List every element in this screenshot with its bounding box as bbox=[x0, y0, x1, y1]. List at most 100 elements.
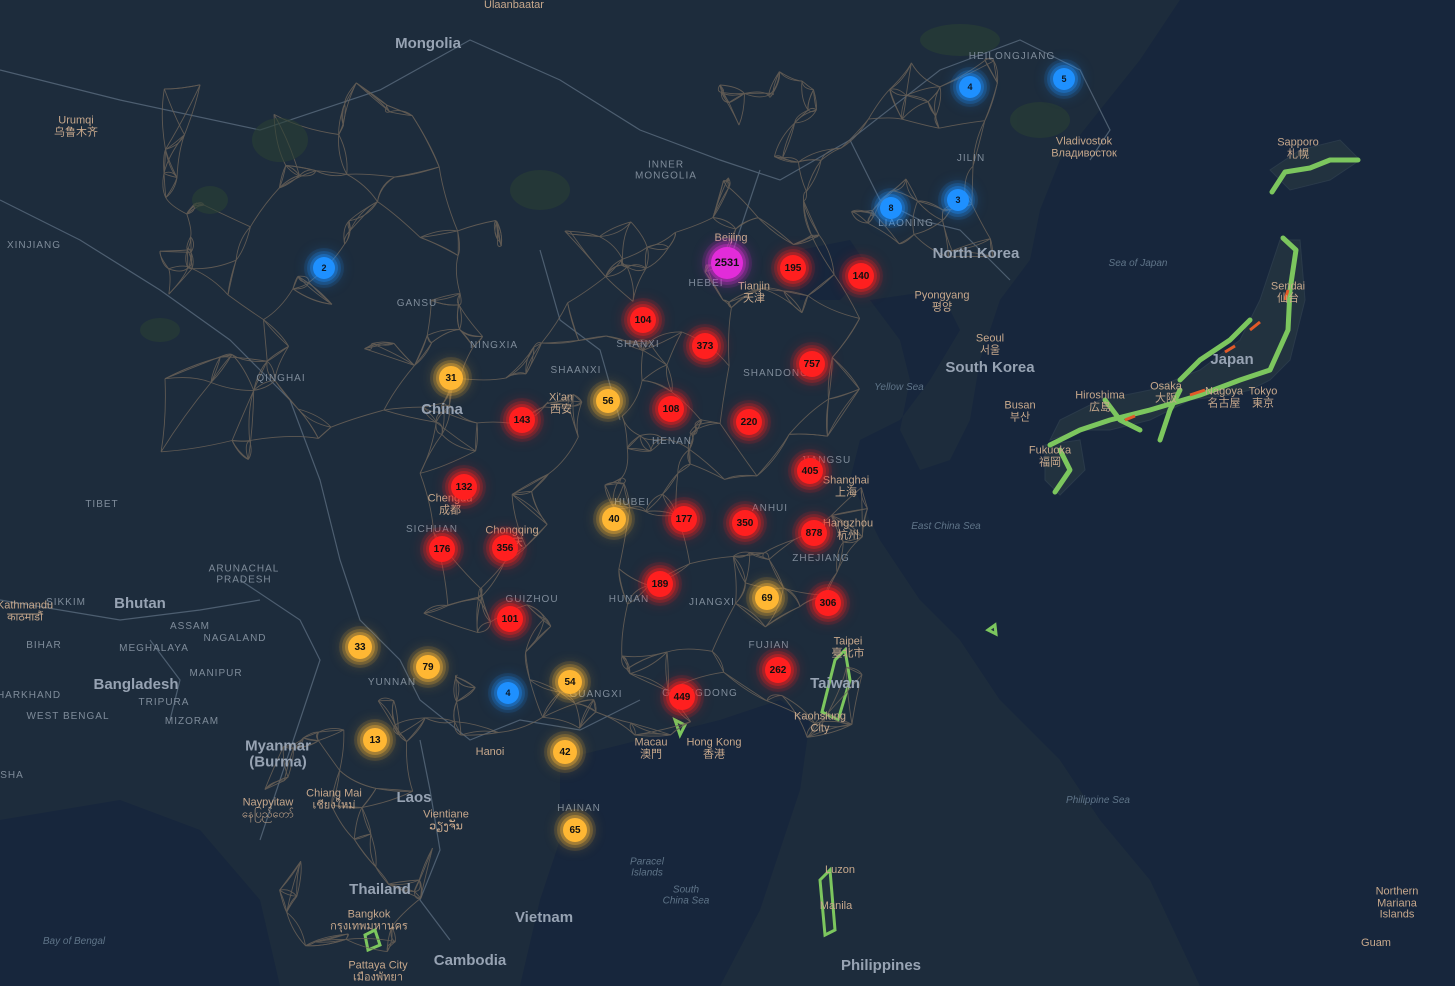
road-segment bbox=[546, 394, 574, 404]
cluster-count: 56 bbox=[602, 395, 614, 407]
cluster-marker[interactable]: 2 bbox=[313, 257, 335, 279]
road-segment bbox=[712, 217, 737, 230]
cluster-marker[interactable]: 878 bbox=[801, 520, 827, 546]
road-segment bbox=[851, 674, 863, 725]
cluster-marker[interactable]: 140 bbox=[848, 263, 874, 289]
cluster-marker[interactable]: 65 bbox=[563, 818, 587, 842]
cluster-marker[interactable]: 108 bbox=[658, 396, 684, 422]
basemap bbox=[0, 0, 1455, 986]
cluster-marker[interactable]: 177 bbox=[671, 506, 697, 532]
road-segment bbox=[168, 268, 171, 295]
road-segment bbox=[723, 671, 768, 702]
cluster-count: 350 bbox=[736, 517, 754, 529]
cluster-marker[interactable]: 195 bbox=[780, 255, 806, 281]
road-segment bbox=[972, 120, 986, 167]
cluster-count: 3 bbox=[955, 195, 961, 205]
road-segment bbox=[420, 236, 459, 256]
road-segment bbox=[788, 398, 829, 435]
road-segment bbox=[629, 673, 669, 692]
road-segment bbox=[274, 380, 299, 410]
cluster-marker[interactable]: 54 bbox=[558, 670, 582, 694]
road-segment bbox=[330, 409, 385, 428]
road-segment bbox=[159, 251, 170, 270]
road-segment bbox=[383, 406, 424, 411]
road-segment bbox=[423, 598, 479, 614]
cluster-marker[interactable]: 405 bbox=[797, 458, 823, 484]
cluster-marker[interactable]: 42 bbox=[553, 740, 577, 764]
road-segment bbox=[757, 217, 794, 245]
cluster-marker[interactable]: 2531 bbox=[711, 247, 743, 279]
road-segment bbox=[297, 408, 332, 428]
road-segment bbox=[868, 88, 891, 120]
cluster-marker[interactable]: 31 bbox=[439, 366, 463, 390]
cluster-marker[interactable]: 143 bbox=[509, 407, 535, 433]
road-segment bbox=[830, 487, 862, 516]
road-segment bbox=[480, 561, 505, 589]
cluster-marker[interactable]: 189 bbox=[647, 571, 673, 597]
road-segment bbox=[391, 898, 421, 928]
cluster-marker[interactable]: 8 bbox=[880, 197, 902, 219]
road-segment bbox=[548, 436, 579, 475]
cluster-marker[interactable]: 220 bbox=[736, 409, 762, 435]
road-segment bbox=[339, 770, 377, 789]
cluster-count: 40 bbox=[608, 513, 620, 525]
road-segment bbox=[210, 382, 254, 391]
cluster-marker[interactable]: 3 bbox=[947, 189, 969, 211]
cluster-marker[interactable]: 176 bbox=[429, 536, 455, 562]
road-segment bbox=[184, 84, 201, 135]
road-segment bbox=[666, 648, 713, 653]
cluster-marker[interactable]: 132 bbox=[451, 474, 477, 500]
cluster-marker[interactable]: 306 bbox=[815, 590, 841, 616]
cluster-marker[interactable]: 79 bbox=[416, 655, 440, 679]
road-segment bbox=[632, 268, 647, 302]
road-segment bbox=[642, 349, 668, 366]
cluster-marker[interactable]: 56 bbox=[596, 389, 620, 413]
cluster-count: 5 bbox=[1061, 74, 1067, 84]
road-segment bbox=[330, 804, 355, 840]
road-segment bbox=[641, 350, 644, 381]
cluster-marker[interactable]: 4 bbox=[497, 682, 519, 704]
road-segment bbox=[411, 115, 440, 168]
cluster-marker[interactable]: 350 bbox=[732, 510, 758, 536]
road-segment bbox=[902, 118, 940, 129]
cluster-marker[interactable]: 13 bbox=[363, 728, 387, 752]
cluster-count: 405 bbox=[801, 465, 819, 477]
cluster-count: 4 bbox=[967, 82, 973, 92]
cluster-marker[interactable]: 449 bbox=[669, 684, 695, 710]
road-segment bbox=[426, 300, 432, 336]
cluster-marker[interactable]: 4 bbox=[959, 76, 981, 98]
map-canvas[interactable]: Mongolia China North Korea South Korea Japan… bbox=[0, 0, 1455, 986]
cluster-count: 13 bbox=[369, 734, 381, 746]
road-segment bbox=[423, 402, 444, 408]
road-segment bbox=[711, 603, 736, 652]
cluster-marker[interactable]: 104 bbox=[630, 307, 656, 333]
cluster-count: 143 bbox=[513, 414, 531, 426]
cluster-count: 31 bbox=[445, 372, 457, 384]
road-segment bbox=[192, 259, 237, 270]
road-segment bbox=[457, 220, 496, 232]
road-segment bbox=[836, 536, 863, 573]
road-segment bbox=[414, 335, 428, 366]
cluster-marker[interactable]: 757 bbox=[799, 351, 825, 377]
cluster-marker[interactable]: 262 bbox=[765, 657, 791, 683]
cluster-count: 140 bbox=[852, 270, 870, 282]
cluster-marker[interactable]: 33 bbox=[348, 635, 372, 659]
road-segment bbox=[447, 595, 482, 607]
cluster-marker[interactable]: 5 bbox=[1053, 68, 1075, 90]
road-segment bbox=[220, 356, 268, 362]
cluster-marker[interactable]: 101 bbox=[497, 606, 523, 632]
road-segment bbox=[420, 230, 458, 238]
road-segment bbox=[164, 84, 201, 90]
road-segment bbox=[647, 243, 669, 248]
cluster-count: 69 bbox=[761, 592, 773, 604]
cluster-marker[interactable]: 40 bbox=[602, 507, 626, 531]
cluster-marker[interactable]: 356 bbox=[492, 535, 518, 561]
road-segment bbox=[612, 483, 625, 507]
cluster-count: 189 bbox=[651, 578, 669, 590]
road-segment bbox=[330, 770, 341, 806]
road-segment bbox=[292, 276, 299, 289]
road-segment bbox=[346, 173, 395, 178]
cluster-marker[interactable]: 69 bbox=[755, 586, 779, 610]
road-segment bbox=[605, 276, 634, 302]
cluster-marker[interactable]: 373 bbox=[692, 333, 718, 359]
